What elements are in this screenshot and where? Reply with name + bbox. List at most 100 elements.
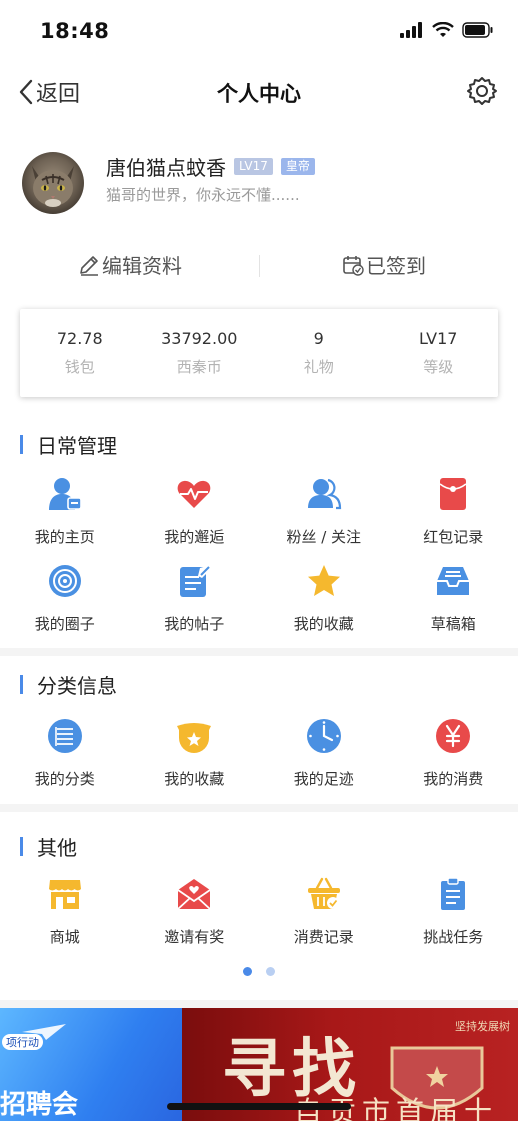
stat-coins[interactable]: 33792.00 西秦币 [140,309,260,397]
list-icon [45,716,85,756]
status-bar: 18:48 [0,0,518,62]
banner-job-fair[interactable]: 项行动 招聘会 [0,1008,182,1121]
grid-label: 邀请有奖 [164,928,225,946]
grid-label: 商城 [49,928,80,946]
grid-item-drafts[interactable]: 草稿箱 [389,557,518,644]
category-section: 分类信息 我的分类 我的收藏 我的足迹 我的消费 [0,656,518,804]
page-dot-active[interactable] [243,967,252,976]
page-indicator [0,967,518,976]
section-title: 其他 [20,832,77,861]
target-circle-icon [45,561,85,601]
grid-label: 我的收藏 [164,770,225,788]
page-dot[interactable] [266,967,275,976]
section-accent-bar [20,837,23,856]
grid-label: 消费记录 [293,928,354,946]
section-title: 分类信息 [20,670,117,699]
signin-button[interactable]: 已签到 [342,250,426,279]
section-divider [0,648,518,656]
profile-name-row: 唐伯猫点蚊香 LV17 皇帝 [106,152,315,181]
status-icons [400,22,494,38]
status-time: 18:48 [40,19,110,43]
section-title: 日常管理 [20,430,117,459]
grid-item-purchase-history[interactable]: 消费记录 [259,870,389,957]
grid-label: 我的主页 [34,528,95,546]
other-grid: 商城 邀请有奖 消费记录 挑战任务 [0,870,518,957]
grid-item-footprints[interactable]: 我的足迹 [259,712,389,799]
grid-label: 我的收藏 [293,615,354,633]
stats-card: 72.78 钱包 33792.00 西秦币 9 礼物 LV17 等级 [20,309,498,397]
stat-label: 钱包 [64,358,95,376]
banner-left-tag: 项行动 [2,1034,43,1050]
grid-label: 我的帖子 [164,615,225,633]
grid-item-homepage[interactable]: 我的主页 [0,470,130,557]
grid-item-spending[interactable]: 我的消费 [389,712,518,799]
user-name: 唐伯猫点蚊香 [106,156,226,180]
section-title-text: 分类信息 [37,674,117,698]
stat-label: 礼物 [303,358,334,376]
grid-item-encounters[interactable]: 我的邂逅 [130,470,260,557]
avatar[interactable] [22,152,84,214]
star-basket-icon [174,716,214,756]
edit-document-icon [174,561,214,601]
grid-item-circles[interactable]: 我的圈子 [0,557,130,644]
grid-item-challenges[interactable]: 挑战任务 [389,870,518,957]
action-row: 编辑资料 已签到 [0,242,518,290]
action-divider [259,255,260,277]
cellular-signal-icon [400,22,422,38]
clock-icon [304,716,344,756]
grid-label: 粉丝 / 关注 [286,528,362,546]
yen-icon [433,716,473,756]
shopping-basket-icon [304,874,344,914]
home-indicator[interactable] [167,1103,351,1110]
grid-item-followers[interactable]: 粉丝 / 关注 [259,470,389,557]
stat-value: 33792.00 [161,329,238,348]
user-signature: 猫哥的世界，你永远不懂...... [106,186,300,204]
grid-label: 我的分类 [34,770,95,788]
grid-item-red-envelope[interactable]: 红包记录 [389,470,518,557]
grid-label: 我的足迹 [293,770,354,788]
section-accent-bar [20,435,23,454]
edit-profile-label: 编辑资料 [102,254,182,278]
clipboard-icon [433,874,473,914]
grid-item-favorites[interactable]: 我的收藏 [259,557,389,644]
section-accent-bar [20,675,23,694]
stat-label: 等级 [423,358,454,376]
grid-item-category-favorites[interactable]: 我的收藏 [130,712,260,799]
grid-item-categories[interactable]: 我的分类 [0,712,130,799]
grid-item-invite[interactable]: 邀请有奖 [130,870,260,957]
gear-icon [467,77,497,105]
stat-level[interactable]: LV17 等级 [379,309,499,397]
level-badge: LV17 [234,158,273,175]
grid-label: 我的邂逅 [164,528,225,546]
shop-icon [45,874,85,914]
grid-label: 挑战任务 [423,928,484,946]
grid-label: 草稿箱 [430,615,476,633]
pencil-icon [80,255,98,276]
other-section: 其他 商城 邀请有奖 消费记录 挑战任务 [0,812,518,1000]
section-title-text: 日常管理 [37,434,117,458]
edit-profile-button[interactable]: 编辑资料 [78,250,182,279]
stat-gifts[interactable]: 9 礼物 [259,309,379,397]
category-grid: 我的分类 我的收藏 我的足迹 我的消费 [0,712,518,799]
banner-right-tagline: 坚持发展树 [455,1020,510,1033]
daily-section: 日常管理 我的主页 我的邂逅 粉丝 / 关注 红包记录 我的圈子 我的帖子 我的… [0,416,518,648]
wifi-icon [432,22,454,37]
stat-value: LV17 [419,329,458,348]
grid-item-shop[interactable]: 商城 [0,870,130,957]
battery-icon [462,22,493,38]
grid-label: 我的消费 [423,770,484,788]
stat-value: 9 [313,329,324,348]
stat-wallet[interactable]: 72.78 钱包 [20,309,140,397]
page-title: 个人中心 [217,82,301,106]
stat-value: 72.78 [56,329,103,348]
settings-button[interactable] [466,75,498,111]
banner-left-title: 招聘会 [0,1090,79,1120]
stat-label: 西秦币 [176,358,222,376]
profile-header[interactable]: 唐伯猫点蚊香 LV17 皇帝 猫哥的世界，你永远不懂...... [0,148,518,222]
user-card-icon [45,474,85,514]
signin-label: 已签到 [366,254,426,278]
calendar-check-icon [343,255,364,276]
section-divider [0,804,518,812]
heartbeat-icon [174,474,214,514]
grid-item-posts[interactable]: 我的帖子 [130,557,260,644]
